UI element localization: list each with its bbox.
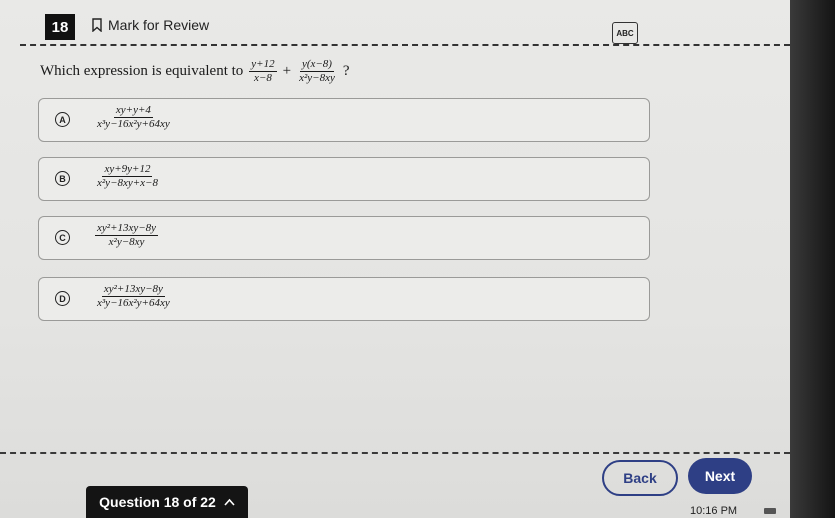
- screen-bezel: [790, 0, 835, 518]
- bookmark-icon: [92, 18, 102, 32]
- fraction-denominator: x³y−16x²y+64xy: [97, 117, 170, 130]
- mark-for-review-label: Mark for Review: [108, 17, 210, 33]
- question-navigator-button[interactable]: Question 18 of 22: [86, 486, 248, 518]
- question-suffix: ?: [342, 62, 350, 79]
- answer-option-b[interactable]: B xy+9y+12 x²y−8xy+x−8: [38, 157, 650, 201]
- question-prefix: Which expression is equivalent to: [40, 62, 244, 79]
- footer-divider: [0, 452, 790, 454]
- question-number: 18: [45, 14, 75, 40]
- option-letter-badge: C: [55, 230, 70, 245]
- fraction-denominator: x²y−8xy+x−8: [97, 176, 158, 189]
- question-text: Which expression is equivalent to y+12 x…: [40, 58, 350, 84]
- answer-option-d[interactable]: D xy²+13xy−8y x³y−16x²y+64xy: [38, 277, 650, 321]
- fraction-numerator: y(x−8): [299, 58, 334, 72]
- fraction-denominator: x²y−8xy: [108, 235, 145, 248]
- fraction-numerator: xy²+13xy−8y: [101, 283, 165, 297]
- question-fraction-2: y(x−8) x²y−8xy: [297, 58, 337, 84]
- fraction-numerator: y+12: [249, 58, 277, 72]
- answer-option-c[interactable]: C xy²+13xy−8y x²y−8xy: [38, 216, 650, 260]
- fraction-denominator: x²y−8xy: [299, 71, 335, 84]
- fraction-numerator: xy+9y+12: [102, 163, 153, 177]
- question-counter-label: Question 18 of 22: [99, 494, 216, 510]
- answer-option-a[interactable]: A xy+y+4 x³y−16x²y+64xy: [38, 98, 650, 142]
- option-fraction: xy+y+4 x³y−16x²y+64xy: [95, 104, 172, 130]
- back-button[interactable]: Back: [602, 460, 678, 496]
- test-screen: 18 Mark for Review ABC Which expression …: [0, 0, 790, 518]
- fraction-numerator: xy²+13xy−8y: [95, 222, 159, 236]
- system-clock: 10:16 PM: [690, 505, 738, 517]
- fraction-denominator: x−8: [254, 71, 272, 84]
- option-fraction: xy²+13xy−8y x³y−16x²y+64xy: [95, 283, 172, 309]
- option-fraction: xy²+13xy−8y x²y−8xy: [95, 222, 159, 248]
- header-divider: [20, 44, 790, 46]
- chevron-up-icon: [224, 498, 235, 506]
- option-letter-badge: B: [55, 171, 70, 186]
- plus-operator: +: [282, 62, 292, 79]
- tray-icon: [764, 508, 776, 514]
- option-letter-badge: A: [55, 112, 70, 127]
- question-fraction-1: y+12 x−8: [249, 58, 277, 84]
- option-fraction: xy+9y+12 x²y−8xy+x−8: [95, 163, 160, 189]
- fraction-denominator: x³y−16x²y+64xy: [97, 296, 170, 309]
- mark-for-review-toggle[interactable]: Mark for Review: [92, 17, 209, 33]
- fraction-numerator: xy+y+4: [113, 104, 153, 118]
- abc-strikeout-tool[interactable]: ABC: [612, 22, 638, 44]
- next-button[interactable]: Next: [688, 458, 752, 494]
- option-letter-badge: D: [55, 291, 70, 306]
